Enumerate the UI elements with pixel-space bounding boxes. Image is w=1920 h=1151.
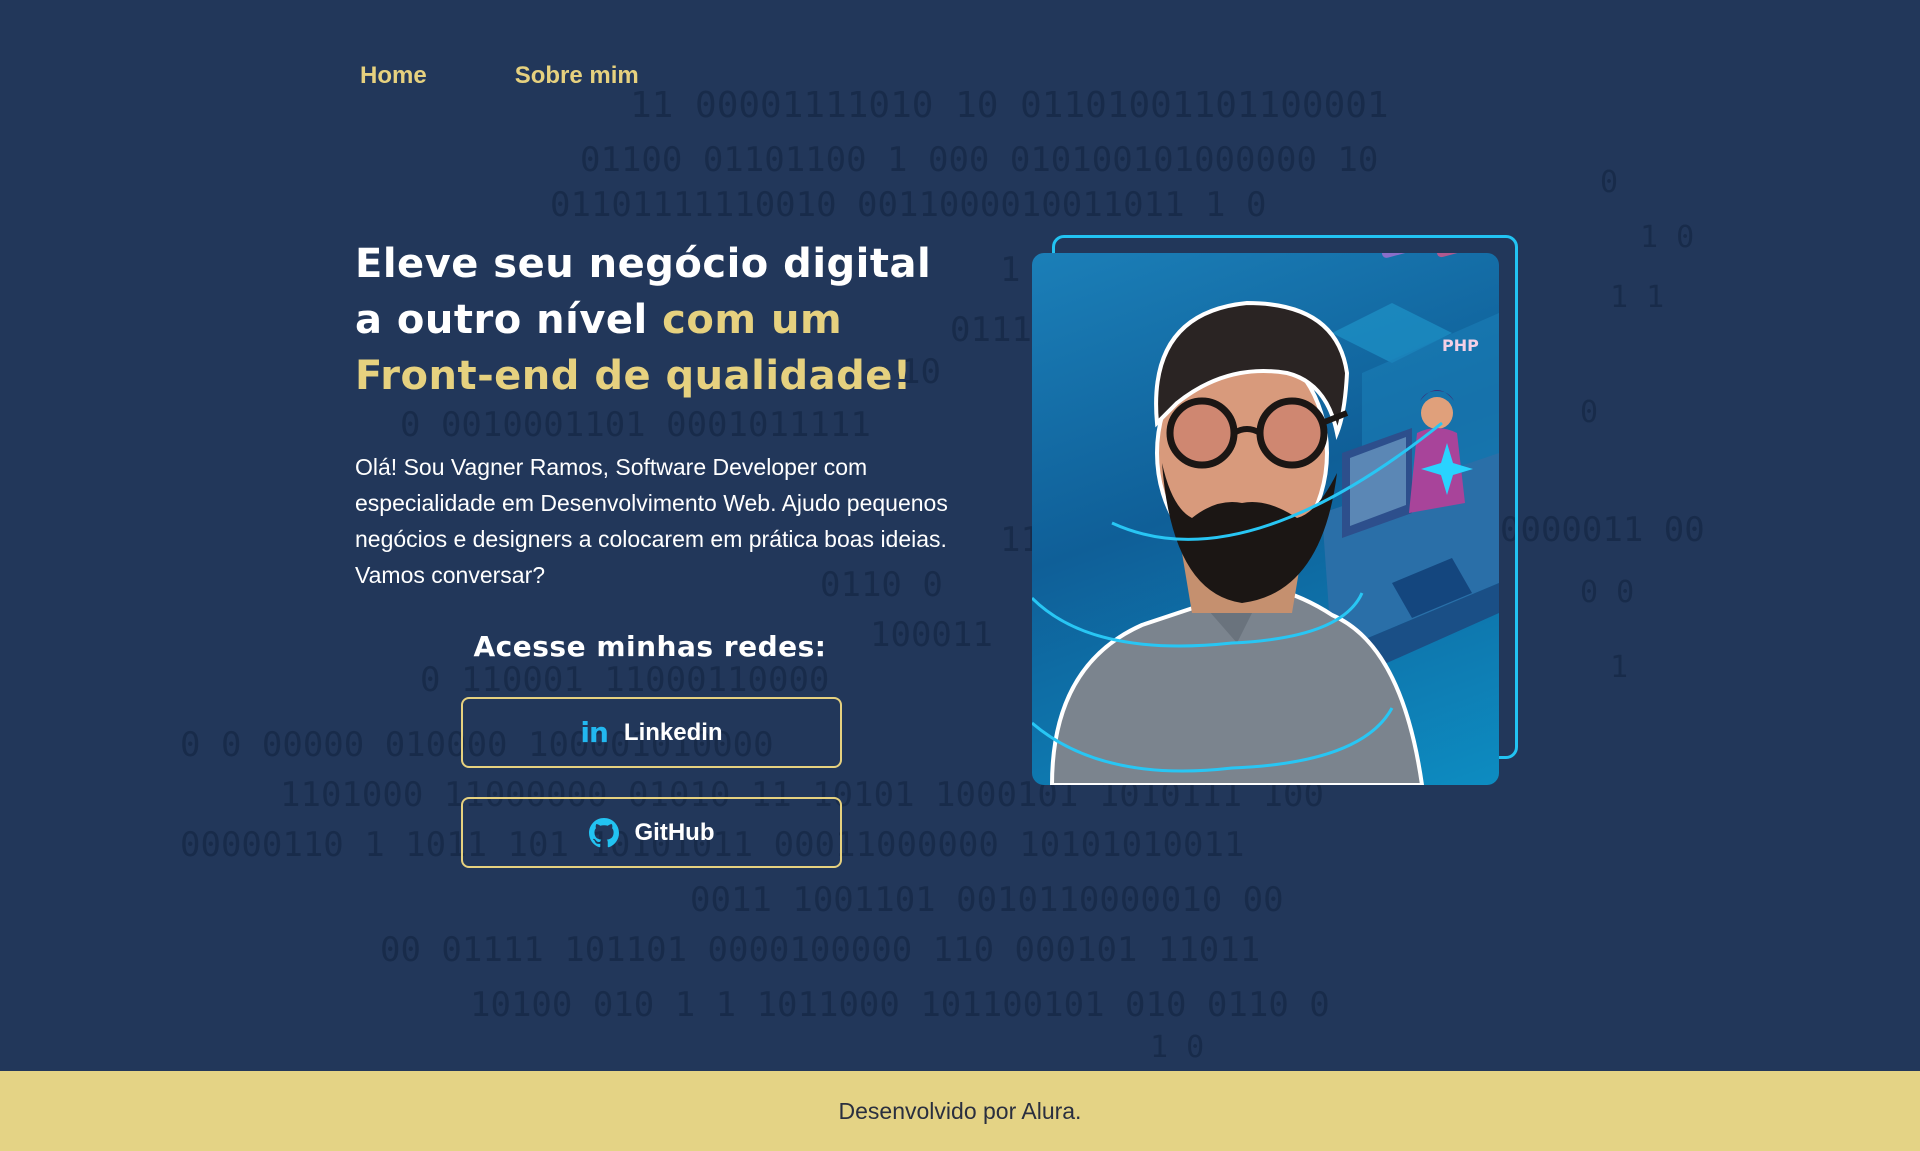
profile-illustration: PHP ML [1032, 253, 1499, 785]
nav-home-link[interactable]: Home [360, 62, 427, 90]
hero-title: Eleve seu negócio digital a outro nível … [355, 236, 955, 404]
social-title: Acesse minhas redes: [473, 630, 827, 663]
binary-background: 11 00001111010 10 01101001101100001 0110… [180, 85, 1705, 1065]
hero-title-plain: Eleve seu negócio digital a outro nível [355, 241, 932, 343]
footer-text: Desenvolvido por Alura. [838, 1097, 1082, 1124]
footer: Desenvolvido por Alura. [0, 1071, 1920, 1151]
hero-intro: Olá! Sou Vagner Ramos, Software Develope… [355, 454, 948, 588]
main-nav: Home Sobre mim [360, 62, 639, 90]
profile-photo: PHP ML [1032, 253, 1499, 785]
nav-sobre-mim-link[interactable]: Sobre mim [515, 62, 639, 90]
hero-section: Eleve seu negócio digital a outro nível … [355, 236, 955, 593]
linkedin-label: Linkedin [623, 718, 723, 746]
github-icon [588, 817, 619, 847]
linkedin-button[interactable]: in Linkedin [461, 697, 842, 768]
linkedin-icon: in [580, 716, 609, 749]
php-badge: PHP [1442, 336, 1479, 355]
github-label: GitHub [634, 818, 715, 846]
github-button[interactable]: GitHub [461, 797, 842, 868]
